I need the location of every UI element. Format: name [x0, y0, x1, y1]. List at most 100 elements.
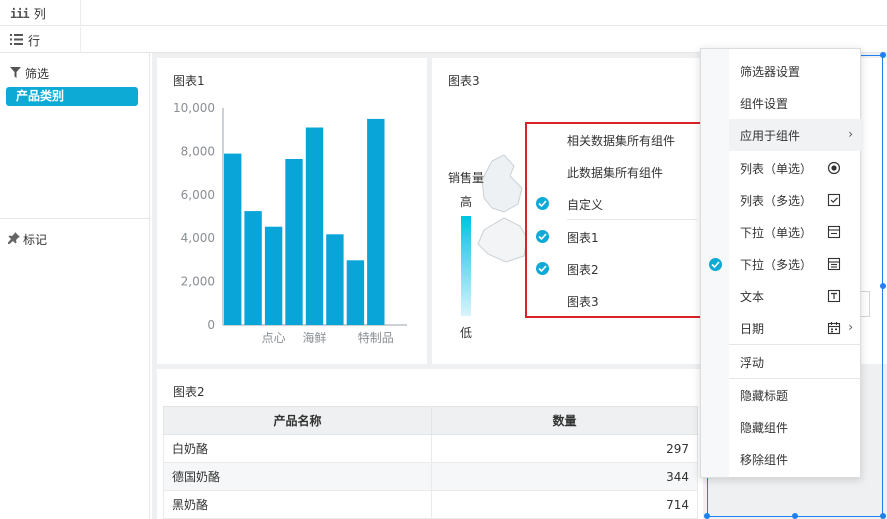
chart1-y-tick-label: 8,000 — [181, 144, 215, 158]
submenu-item-label: 相关数据集所有组件 — [567, 133, 676, 148]
menu-item-label: 隐藏组件 — [740, 420, 789, 435]
table-header-row: 产品名称 数量 — [163, 406, 698, 435]
menu-item-label: 筛选器设置 — [740, 64, 801, 79]
quantity-cell: 297 — [431, 434, 698, 463]
chart3-legend-high: 高 — [460, 195, 473, 209]
menu-item-remove-component[interactable]: 移除组件 — [729, 443, 861, 475]
rows-shelf-label-wrap: 行 — [10, 32, 40, 49]
chart3-legend-title: 销售量 — [448, 171, 485, 185]
chart1-bar — [285, 159, 303, 325]
menu-item-label: 下拉（多选） — [740, 257, 813, 272]
column-header-quantity[interactable]: 数量 — [431, 406, 698, 435]
submenu-item-custom[interactable]: 自定义 — [527, 188, 700, 220]
column-header-product-name[interactable]: 产品名称 — [163, 406, 432, 435]
chart1-bar-chart: 10,000 8,000 6,000 4,000 2,000 0 点心 海鲜 特制品 — [173, 101, 407, 345]
menu-item-list-multi[interactable]: 列表（多选） — [729, 184, 861, 216]
dropdown-single-icon — [827, 225, 841, 239]
dropdown-multi-icon — [827, 257, 841, 271]
menu-divider — [729, 344, 861, 345]
table-row[interactable]: 白奶酪 297 — [163, 434, 698, 463]
submenu-item-label: 自定义 — [567, 197, 604, 212]
quantity-cell: 344 — [431, 462, 698, 491]
submenu-item-chart3[interactable]: 图表3 — [527, 285, 700, 317]
mark-title-text: 标记 — [23, 233, 48, 247]
menu-item-hide-component[interactable]: 隐藏组件 — [729, 411, 861, 443]
product-name-cell: 黑奶酪 — [163, 490, 432, 519]
menu-item-label: 组件设置 — [740, 96, 789, 111]
check-icon — [536, 197, 549, 210]
submenu-item-chart1[interactable]: 图表1 — [527, 221, 700, 253]
resize-handle[interactable] — [880, 513, 886, 519]
resize-handle[interactable] — [880, 283, 886, 289]
left-divider — [0, 218, 150, 219]
chart1-y-tick-label: 2,000 — [181, 275, 215, 289]
resize-handle[interactable] — [704, 513, 710, 519]
menu-item-label: 应用于组件 — [740, 128, 801, 143]
chart1-bar — [367, 118, 385, 326]
menu-item-dropdown-multi[interactable]: 下拉（多选） — [729, 248, 861, 280]
chart1-x-tick-label: 特制品 — [358, 330, 394, 345]
submenu-item-chart2[interactable]: 图表2 — [527, 253, 700, 285]
app-root: iii 列 行 筛选 产品类别 标记 图表1 10,000 8,000 6,00… — [0, 0, 887, 519]
menu-item-label: 列表（多选） — [740, 193, 813, 208]
filter-title-text: 筛选 — [25, 67, 50, 81]
filter-section-title: 筛选 — [10, 65, 49, 82]
chart1-bar — [244, 211, 262, 325]
chart2-title: 图表2 — [173, 385, 205, 399]
submenu-item-label: 图表2 — [567, 262, 599, 277]
menu-item-label: 浮动 — [740, 355, 765, 370]
columns-shelf[interactable]: iii 列 — [0, 0, 887, 26]
radio-icon — [827, 161, 841, 175]
menu-item-label: 列表（单选） — [740, 161, 813, 176]
chart1-x-tick-label: 点心 — [262, 331, 286, 345]
columns-label: 列 — [33, 7, 46, 21]
chart1-y-tick-label: 0 — [207, 318, 215, 332]
submenu-item-label: 图表1 — [567, 230, 599, 245]
chart1-bar — [224, 153, 242, 325]
menu-item-list-single[interactable]: 列表（单选） — [729, 152, 861, 184]
check-icon — [709, 258, 722, 271]
chart3-legend-gradient — [461, 216, 471, 316]
chart1-bar — [305, 127, 324, 325]
columns-icon: iii — [10, 6, 30, 21]
checkbox-icon — [827, 193, 841, 207]
quantity-cell: 714 — [431, 490, 698, 519]
menu-item-hide-title[interactable]: 隐藏标题 — [729, 379, 861, 411]
submenu-item-related-dataset-all[interactable]: 相关数据集所有组件 — [527, 124, 700, 156]
menu-item-text[interactable]: 文本 — [729, 280, 861, 312]
chevron-right-icon: › — [848, 320, 853, 334]
calendar-icon — [827, 322, 841, 335]
menu-item-label: 日期 — [740, 321, 765, 336]
component-edge-box — [861, 291, 870, 317]
menu-item-component-settings[interactable]: 组件设置 — [729, 87, 861, 119]
menu-item-dropdown-single[interactable]: 下拉（单选） — [729, 216, 861, 248]
chart1-x-tick-label: 海鲜 — [302, 330, 326, 345]
chart3-map-region — [477, 217, 528, 263]
columns-shelf-label-wrap: iii 列 — [10, 5, 46, 22]
chart2-card[interactable]: 图表2 产品名称 数量 白奶酪 297 德国奶酪 344 黑奶酪 714 — [157, 369, 703, 519]
menu-item-float[interactable]: 浮动 — [729, 346, 861, 378]
chart1-y-tick-label: 6,000 — [181, 188, 215, 202]
submenu-item-this-dataset-all[interactable]: 此数据集所有组件 — [527, 156, 700, 188]
filter-chip-product-category[interactable]: 产品类别 — [6, 87, 138, 106]
table-row[interactable]: 黑奶酪 714 — [163, 490, 698, 519]
resize-handle[interactable] — [880, 52, 886, 58]
table-row[interactable]: 德国奶酪 344 — [163, 462, 698, 491]
check-icon — [536, 262, 549, 275]
product-name-cell: 白奶酪 — [163, 434, 432, 463]
menu-item-label: 下拉（单选） — [740, 225, 813, 240]
menu-item-apply-to-components[interactable]: 应用于组件 › — [729, 119, 861, 151]
pin-icon — [8, 232, 20, 247]
chart1-bar — [346, 260, 365, 325]
left-pane: 筛选 产品类别 标记 — [0, 53, 150, 519]
filter-icon — [10, 66, 21, 81]
rows-label: 行 — [28, 34, 41, 48]
menu-item-date[interactable]: 日期 › — [729, 312, 861, 344]
menu-item-label: 隐藏标题 — [740, 388, 789, 403]
resize-handle[interactable] — [792, 513, 798, 519]
chart3-legend-low: 低 — [460, 326, 473, 340]
menu-item-filter-settings[interactable]: 筛选器设置 — [729, 55, 861, 87]
chart1-card[interactable]: 图表1 10,000 8,000 6,000 4,000 2,000 0 点心 海鲜 特制品 — [157, 58, 427, 364]
shelf-divider — [80, 27, 81, 53]
chart2-table: 产品名称 数量 白奶酪 297 德国奶酪 344 黑奶酪 714 — [163, 406, 698, 519]
